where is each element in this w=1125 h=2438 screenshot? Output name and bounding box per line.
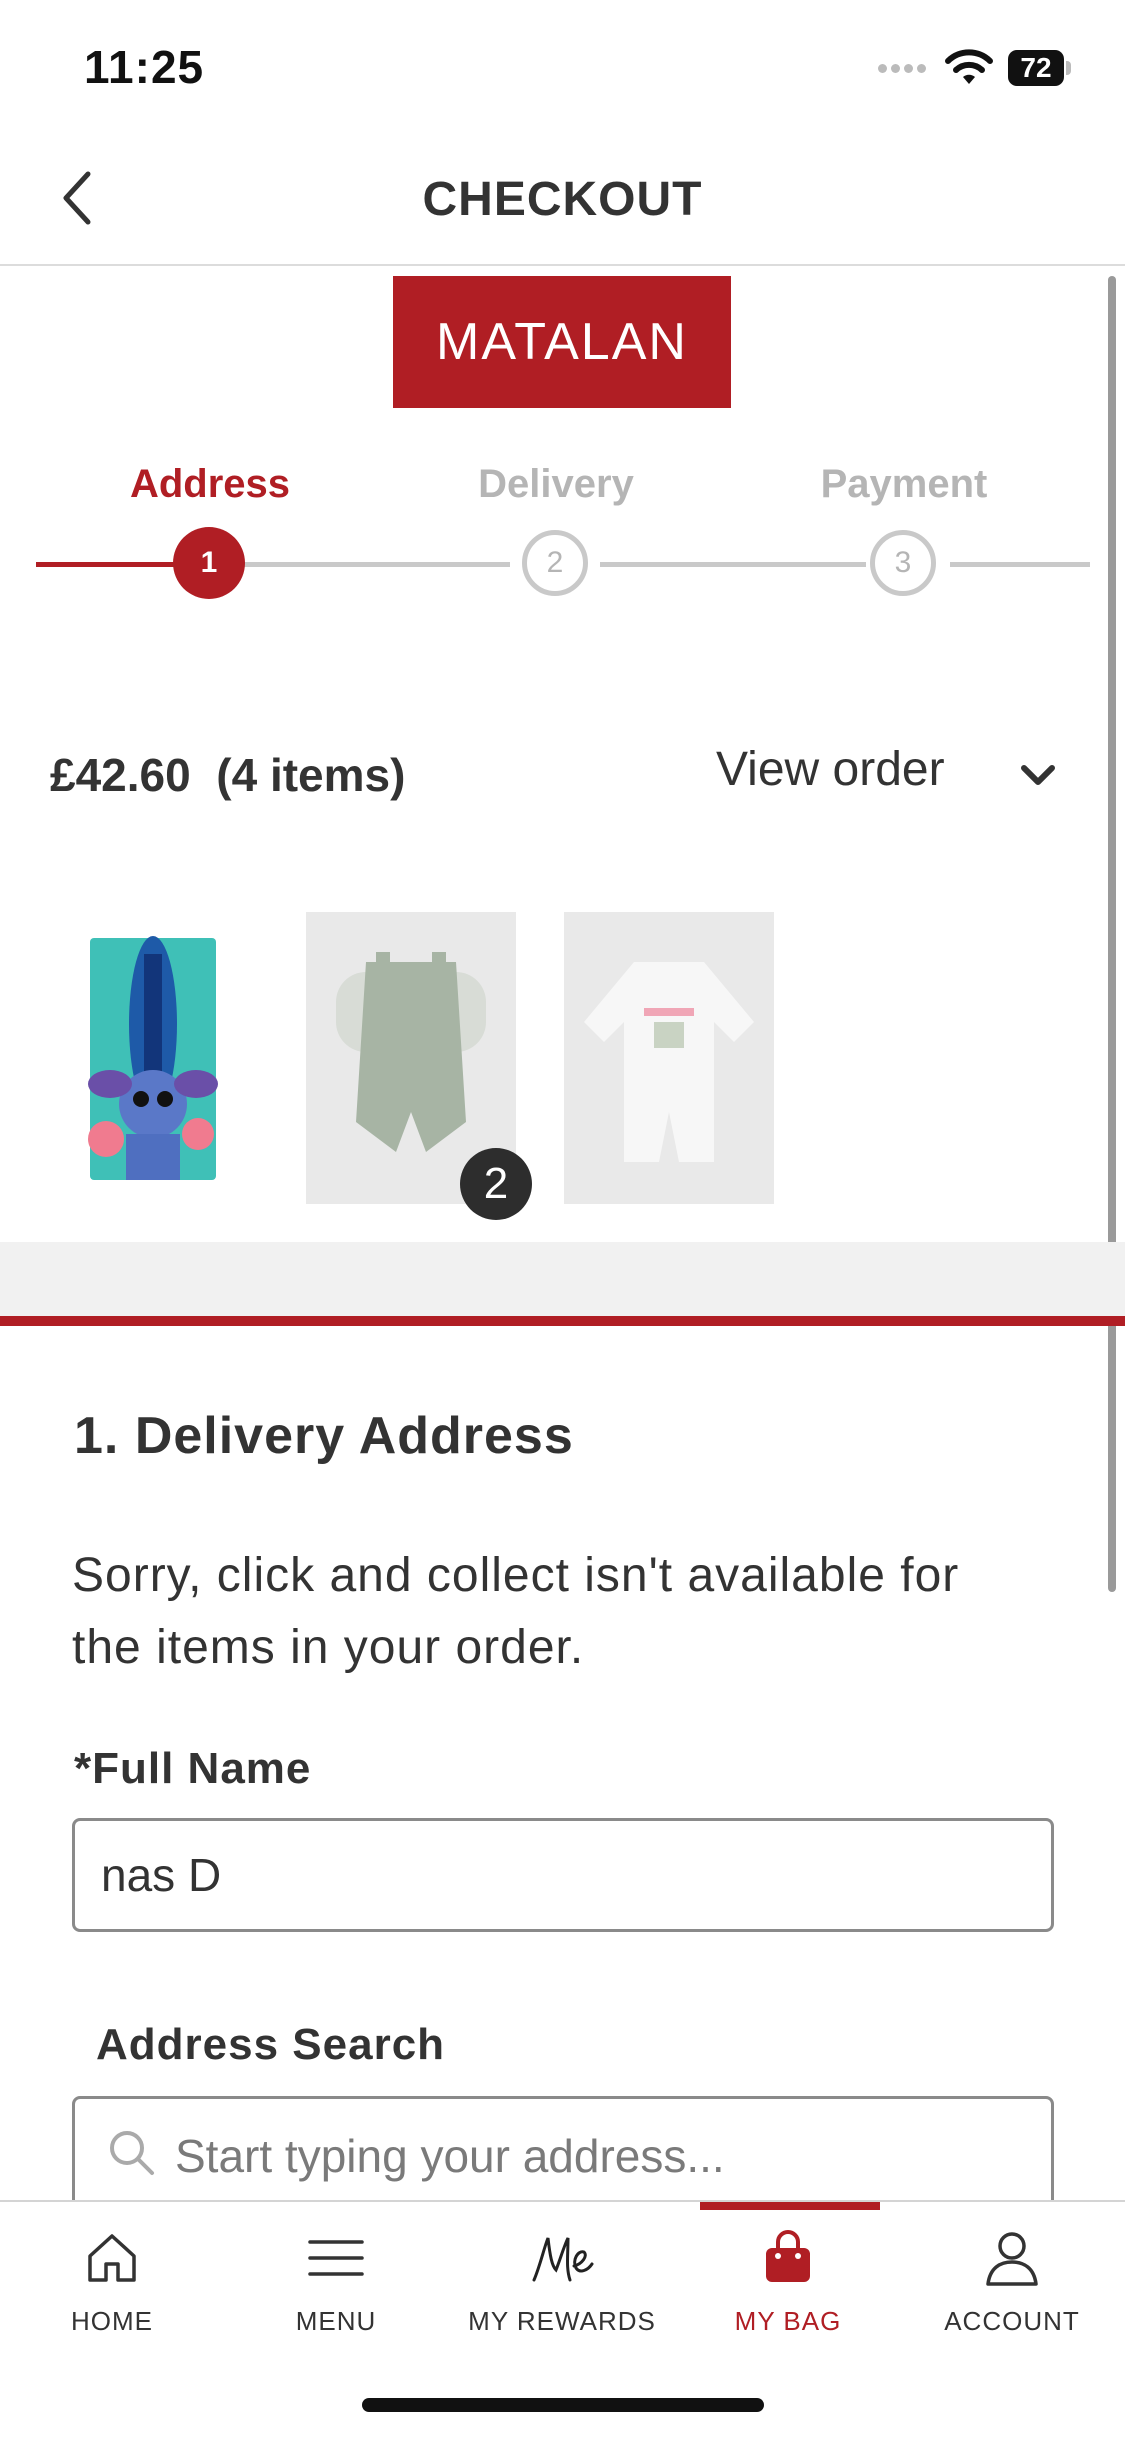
product-thumbnail-towel[interactable] bbox=[86, 934, 220, 1184]
step-address-label: Address bbox=[129, 462, 291, 506]
brand-logo: MATALAN bbox=[393, 276, 731, 408]
view-order-button[interactable]: View order bbox=[716, 742, 945, 797]
battery-icon: 72 bbox=[1008, 50, 1071, 86]
stepper-line bbox=[950, 562, 1090, 567]
order-item-count: (4 items) bbox=[216, 749, 406, 801]
tab-rewards-label: MY REWARDS bbox=[468, 2306, 656, 2336]
me-rewards-icon bbox=[532, 2237, 594, 2282]
section-title: 1. Delivery Address bbox=[74, 1407, 574, 1465]
chevron-down-icon[interactable] bbox=[1016, 755, 1060, 795]
tab-my-bag-label: MY BAG bbox=[734, 2306, 842, 2336]
stepper-line bbox=[244, 562, 510, 567]
home-icon bbox=[88, 2234, 136, 2282]
order-total: £42.60 bbox=[50, 749, 191, 801]
tab-account-label: ACCOUNT bbox=[944, 2306, 1080, 2336]
account-icon bbox=[986, 2232, 1038, 2286]
step-delivery-label: Delivery bbox=[478, 462, 634, 506]
bag-icon bbox=[766, 2230, 810, 2282]
section-separator bbox=[0, 1242, 1125, 1316]
active-tab-indicator bbox=[700, 2202, 880, 2210]
stepper-line bbox=[600, 562, 866, 567]
address-search-input[interactable]: Start typing your address... bbox=[72, 2096, 1054, 2216]
header-divider bbox=[0, 264, 1125, 266]
page-title: CHECKOUT bbox=[422, 173, 703, 226]
tab-menu-label: MENU bbox=[295, 2306, 377, 2336]
step-payment-label: Payment bbox=[820, 462, 988, 506]
step-delivery-indicator: 2 bbox=[522, 530, 588, 596]
click-collect-notice: Sorry, click and collect isn't available… bbox=[72, 1549, 960, 1674]
step-address-indicator: 1 bbox=[173, 527, 245, 599]
tab-my-bag[interactable]: MY BAG bbox=[688, 2210, 888, 2340]
tab-home-label: HOME bbox=[71, 2306, 153, 2336]
tab-menu[interactable]: MENU bbox=[236, 2210, 436, 2340]
battery-level: 72 bbox=[1008, 50, 1064, 86]
step-payment-indicator: 3 bbox=[870, 530, 936, 596]
wifi-icon bbox=[945, 49, 993, 84]
order-summary: £42.60 (4 items) bbox=[50, 748, 405, 802]
section-divider bbox=[0, 1316, 1125, 1326]
quantity-badge: 2 bbox=[460, 1148, 532, 1220]
scrollbar bbox=[1108, 276, 1116, 1592]
signal-icon bbox=[878, 60, 934, 80]
tab-home[interactable]: HOME bbox=[12, 2210, 212, 2340]
menu-icon bbox=[308, 2240, 364, 2276]
full-name-label: *Full Name bbox=[74, 1744, 312, 1793]
status-time: 11:25 bbox=[84, 41, 205, 93]
address-search-label: Address Search bbox=[96, 2020, 446, 2069]
full-name-field[interactable]: nas D bbox=[72, 1818, 1054, 1932]
tab-rewards[interactable]: MY REWARDS bbox=[462, 2210, 662, 2340]
home-indicator bbox=[362, 2398, 764, 2412]
search-icon bbox=[110, 2131, 154, 2175]
product-thumbnail-sleepsuit[interactable] bbox=[564, 912, 774, 1204]
tab-account[interactable]: ACCOUNT bbox=[912, 2210, 1112, 2340]
